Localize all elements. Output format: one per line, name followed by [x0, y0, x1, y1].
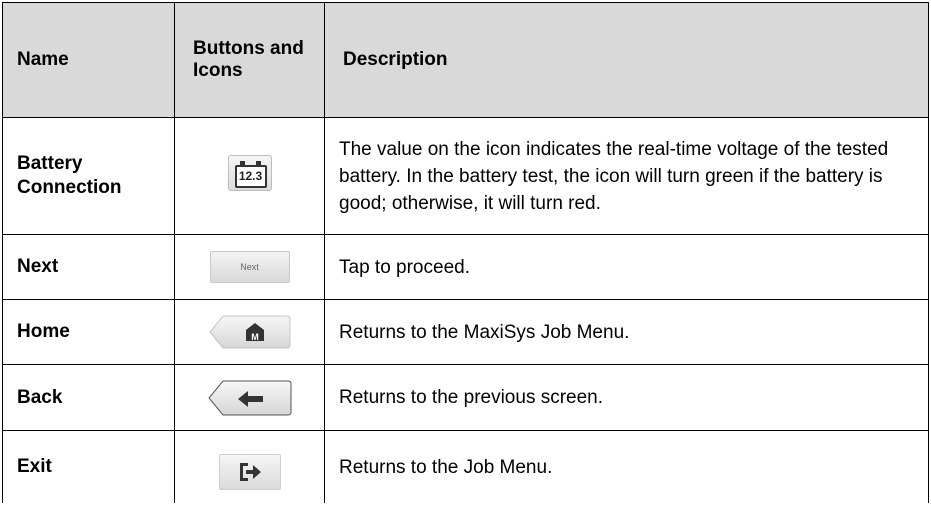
- home-icon-letter: M: [251, 332, 259, 342]
- home-icon[interactable]: M: [208, 315, 291, 349]
- row-name: Exit: [2, 430, 175, 503]
- row-name: Back: [2, 364, 175, 431]
- battery-voltage-icon[interactable]: 12.3: [227, 155, 272, 191]
- table-row: Battery Connection 12.3 The value on the…: [2, 117, 929, 235]
- next-button[interactable]: Next: [209, 251, 290, 283]
- row-icon-cell: [174, 364, 325, 431]
- table-row: Exit Returns to the Job Menu.: [2, 430, 929, 503]
- row-icon-cell: Next: [174, 234, 325, 300]
- table-row: Next Next Tap to proceed.: [2, 234, 929, 300]
- exit-icon[interactable]: [218, 454, 281, 490]
- table-row: Home M Returns to the MaxiSys Job Menu.: [2, 299, 929, 365]
- row-name: Home: [2, 299, 175, 365]
- row-icon-cell: 12.3: [174, 117, 325, 235]
- back-arrow-icon[interactable]: [207, 380, 292, 416]
- header-name: Name: [2, 2, 175, 118]
- row-description: Tap to proceed.: [324, 234, 929, 300]
- header-description: Description: [324, 2, 929, 118]
- row-name: Next: [2, 234, 175, 300]
- row-name: Battery Connection: [2, 117, 175, 235]
- battery-voltage-value: 12.3: [234, 165, 267, 188]
- header-buttons-icons: Buttons and Icons: [174, 2, 325, 118]
- row-icon-cell: M: [174, 299, 325, 365]
- table-row: Back Returns to the previous screen.: [2, 364, 929, 431]
- row-description: Returns to the Job Menu.: [324, 430, 929, 503]
- header-row: Name Buttons and Icons Description: [2, 2, 929, 118]
- row-description: The value on the icon indicates the real…: [324, 117, 929, 235]
- row-description: Returns to the MaxiSys Job Menu.: [324, 299, 929, 365]
- row-icon-cell: [174, 430, 325, 503]
- buttons-icons-table: Name Buttons and Icons Description Batte…: [2, 2, 929, 503]
- row-description: Returns to the previous screen.: [324, 364, 929, 431]
